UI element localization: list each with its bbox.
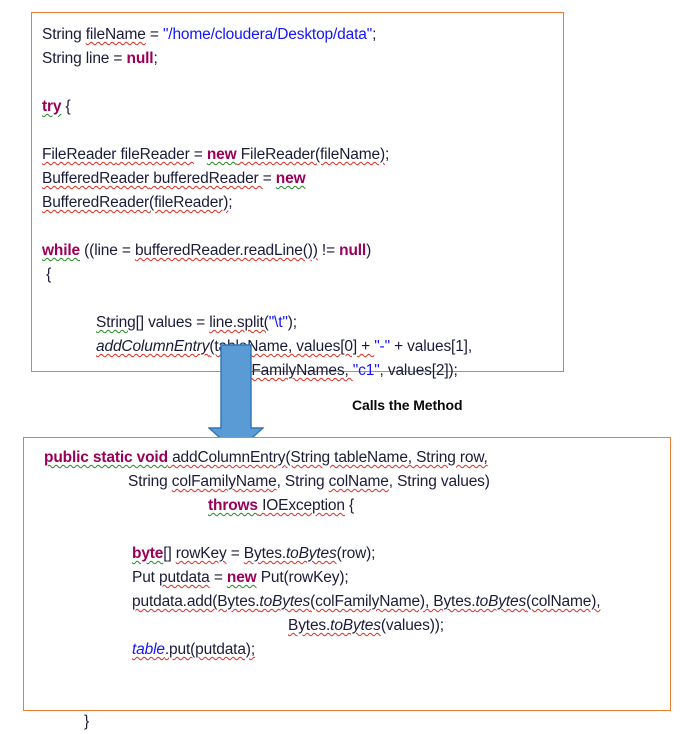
token-string: "\t" (268, 314, 288, 331)
token-keyword: public static void (44, 449, 168, 466)
token-identifier: colFamilyName (171, 473, 277, 490)
token-identifier: FileReader (42, 146, 117, 163)
token-identifier: Bytes. (243, 545, 286, 562)
code-line: public static void addColumnEntry(String… (32, 446, 670, 470)
code-line: } (84, 713, 90, 730)
code-line: throws IOException { (208, 497, 355, 514)
token-keyword: new (206, 146, 237, 163)
token-identifier: fileReader (116, 146, 194, 163)
code-line: FileReader fileReader = new FileReader(f… (42, 146, 390, 163)
token-keyword: null (339, 242, 367, 259)
caller-code-box: String fileName = "/home/cloudera/Deskto… (31, 12, 564, 379)
token-type: String[] (96, 314, 144, 331)
token-keyword: while (42, 242, 81, 259)
code-line: { (42, 266, 52, 283)
token-method-name: toBytes (285, 545, 337, 562)
token-string: "/home/cloudera/Desktop/data" (162, 26, 373, 43)
code-line: Bytes.toBytes(values)); (288, 617, 444, 634)
token-identifier: rowKey (175, 545, 227, 562)
code-line: Put putdata = new Put(rowKey); (132, 569, 349, 586)
token-identifier: BufferedReader (42, 170, 150, 187)
token-keyword: new (275, 170, 306, 187)
code-line: try { (42, 98, 71, 115)
token-string: "c1" (352, 362, 380, 379)
code-line: byte[] rowKey = Bytes.toBytes(row); (132, 545, 376, 562)
token-keyword: new (226, 569, 257, 586)
code-line: colFamilyNames, "c1", values[2]); (232, 362, 458, 379)
code-line: table.put(putdata); (32, 638, 670, 662)
token-identifier: Bytes. (288, 617, 331, 634)
token-identifier: BufferedReader(fileReader) (42, 194, 229, 211)
token-identifier: line.split( (209, 314, 269, 331)
token-method-name: toBytes (475, 593, 527, 610)
token-identifier: bufferedReader.readLine()) (134, 242, 318, 259)
code-line: String fileName = "/home/cloudera/Deskto… (42, 26, 377, 43)
token-field: table (132, 641, 165, 658)
code-line: BufferedReader(fileReader); (42, 194, 233, 211)
token-identifier: bufferedReader (149, 170, 263, 187)
token-args: (colFamilyName), Bytes. (310, 593, 476, 610)
token-params: (String tableName, String row, (285, 449, 488, 466)
code-line: BufferedReader bufferedReader = new (42, 170, 306, 187)
down-arrow-icon (208, 344, 264, 453)
code-line: String line = null; (42, 50, 158, 67)
token-identifier: putdata (158, 569, 210, 586)
token-method-name: addColumnEntry (96, 338, 210, 355)
token-method-name: toBytes (330, 617, 381, 634)
code-line: String colFamilyName, String colName, St… (128, 473, 490, 490)
token-identifier: colName (328, 473, 389, 490)
code-line: while ((line = bufferedReader.readLine()… (42, 242, 372, 259)
calls-the-method-label: Calls the Method (352, 397, 463, 413)
token-identifier: fileName (85, 26, 146, 43)
code-line: addColumnEntry(tableName, values[0] + "-… (96, 338, 472, 355)
code-line: String[] values = line.split("\t"); (96, 314, 297, 331)
token-identifier: putdata.add(Bytes. (132, 593, 260, 610)
token-keyword: byte (132, 545, 164, 562)
token-keyword: try (42, 98, 62, 115)
token-method-name: toBytes (259, 593, 311, 610)
token-method-name: addColumnEntry (167, 449, 286, 466)
token-keyword: throws (208, 497, 258, 514)
token-args: (colName), (526, 593, 601, 610)
token-exception: IOException (257, 497, 345, 514)
token-string: "-" (374, 338, 390, 355)
code-line: putdata.add(Bytes.toBytes(colFamilyName)… (32, 590, 670, 614)
token-call: .put(putdata); (164, 641, 255, 658)
callee-code-box: public static void addColumnEntry(String… (23, 437, 671, 730)
token-type: String (42, 26, 82, 43)
token-identifier: FileReader(fileName) (236, 146, 385, 163)
token-keyword: null (126, 50, 154, 67)
